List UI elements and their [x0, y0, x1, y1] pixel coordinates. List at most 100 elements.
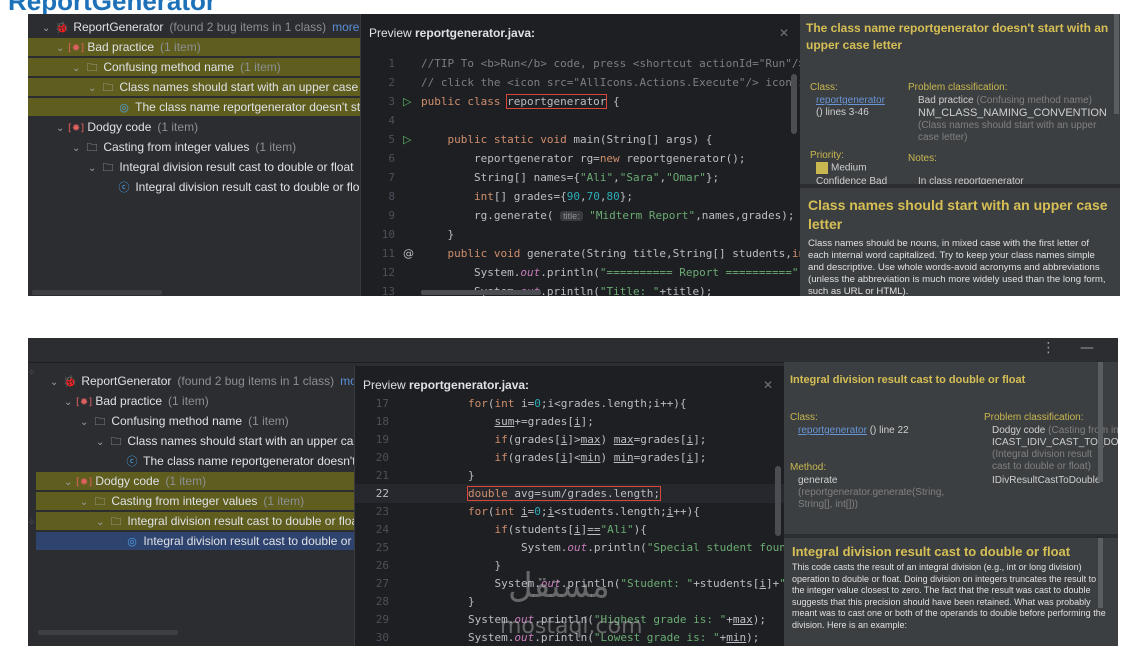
notes-value: In class reportgenerator [918, 176, 1024, 184]
code-line: 18 sum+=grades[i]; [375, 415, 594, 428]
chevron-down-icon[interactable]: ⌄ [56, 40, 68, 56]
run-icon: ▷ [403, 133, 412, 146]
chevron-down-icon[interactable]: ⌄ [96, 434, 108, 450]
tree-item-label: Bad practice [92, 394, 163, 408]
editor-vertical-scrollbar[interactable] [791, 74, 797, 134]
more-link[interactable]: more... [332, 20, 360, 34]
details-scrollbar[interactable] [1098, 362, 1103, 482]
tool-window-titlebar: ⋮ — [28, 338, 1118, 363]
details-scrollbar[interactable] [1114, 14, 1119, 114]
problem-classification-label: Problem classification: [908, 82, 1008, 93]
folder-icon: 🗀 [86, 141, 98, 154]
chevron-down-icon[interactable]: ⌄ [88, 80, 100, 96]
chevron-down-icon[interactable]: ⌄ [72, 60, 84, 76]
class-link[interactable]: reportgenerator [798, 425, 867, 436]
class-lines: () lines 3-46 [816, 107, 869, 118]
drag-handle-icon[interactable]: ⁘ [28, 518, 36, 528]
description-body: This code casts the result of an integra… [792, 562, 1106, 630]
tree-item[interactable]: ⌄ [✹] Bad practice (1 item) [36, 392, 354, 410]
tree-item[interactable]: ⓒ The class name reportgenerator doesn't… [36, 452, 355, 470]
code-line: 8 int[] grades={90,70,80}; [388, 190, 633, 203]
tree-horizontal-scrollbar[interactable] [38, 630, 178, 635]
code-area[interactable]: 17 for(int i=0;i<grades.length;i++){ 18 … [355, 394, 785, 646]
preview-file-name: reportgenerator.java: [415, 26, 536, 40]
description-heading: Class names should start with an upper c… [808, 197, 1108, 232]
code-line: 23 for(int i=0;i<students.length;i++){ [375, 505, 700, 518]
folder-icon: 🗀 [110, 435, 122, 448]
tree-item[interactable]: ⌄ 🗀 Confusing method name (1 item) [28, 58, 360, 76]
class-icon: ⓒ [126, 455, 138, 468]
method-value: generate [798, 475, 838, 486]
tree-item[interactable]: ⌄ [✹] Bad practice (1 item) [28, 38, 360, 56]
editor-horizontal-scrollbar[interactable] [421, 290, 541, 295]
tree-item[interactable]: ◎ Integral division result cast to doubl… [36, 532, 354, 550]
tree-item-count: (1 item) [160, 40, 201, 54]
tree-item-label: Class names should start with an upper c… [119, 80, 360, 94]
bug-description-panel: Integral division result cast to double … [784, 538, 1118, 646]
tree-horizontal-scrollbar[interactable] [32, 290, 162, 295]
problem-category-sub: (Confusing method name) [976, 95, 1092, 106]
chevron-down-icon[interactable]: ⌄ [72, 140, 84, 156]
tree-item[interactable]: ⓒ Integral division result cast to doubl… [28, 178, 361, 196]
method-signature: (reportgenerator.generate(String, String… [798, 487, 945, 510]
tree-item[interactable]: ◎ The class name reportgenerator doesn't… [28, 98, 360, 116]
tree-item-label: ReportGenerator [78, 374, 172, 388]
watermark-latin: mostaql.com [500, 614, 643, 639]
code-line: 25 System.out.println("Special student f… [375, 541, 785, 554]
editor-vertical-scrollbar[interactable] [775, 466, 781, 536]
tree-item[interactable]: ⌄ 🗀 Casting from integer values (1 item) [36, 492, 354, 510]
run-icon: ▷ [403, 95, 412, 108]
code-line: 12 System.out.println("========== Report… [381, 266, 801, 279]
folder-icon: 🗀 [94, 495, 106, 508]
chevron-down-icon[interactable]: ⌄ [96, 514, 108, 530]
tree-item[interactable]: ⌄ 🗀 Class names should start with an uppe… [28, 78, 360, 96]
problem-classification-label: Problem classification: [984, 412, 1084, 423]
chevron-down-icon[interactable]: ⌄ [80, 494, 92, 510]
description-scrollbar[interactable] [1098, 538, 1103, 608]
tree-item-count: (1 item) [165, 474, 207, 488]
chevron-down-icon[interactable]: ⌄ [50, 374, 62, 390]
tree-item[interactable]: ⌄ 🗀 Casting from integer values (1 item) [28, 138, 360, 156]
tree-item[interactable]: ⌄ 🐞 ReportGenerator (found 2 bug items in … [36, 372, 354, 390]
tree-item-label: Integral division result cast to double … [124, 514, 354, 528]
tree-item-label: ReportGenerator [70, 20, 164, 34]
bug-description-panel: Class names should start with an upper c… [800, 188, 1120, 296]
bug-item-icon: ◎ [119, 101, 129, 114]
tree-item-label: Class names should start with an upper c… [127, 434, 354, 448]
tree-item[interactable]: ⌄ 🗀 Class names should start with an uppe… [36, 432, 354, 450]
more-link[interactable]: more... [340, 374, 354, 388]
preview-editor: Preview reportgenerator.java: ✕ 1//TIP T… [360, 14, 801, 296]
problem-details-panel: The class name reportgenerator doesn't s… [800, 14, 1120, 184]
drag-handle-icon[interactable]: ⁘ [28, 368, 36, 378]
chevron-down-icon[interactable]: ⌄ [80, 414, 92, 430]
chevron-down-icon[interactable]: ⌄ [56, 120, 68, 136]
code-line: 24 if(students[i]=="Ali"){ [375, 523, 647, 536]
tree-item-label: Dodgy code [92, 474, 160, 488]
problem-tree: ⌄ 🐞 ReportGenerator (found 2 bug items in … [28, 14, 360, 296]
tree-item[interactable]: ⌄ 🗀 Integral division result cast to doub… [36, 512, 354, 530]
options-icon[interactable]: ⋮ — [1042, 340, 1104, 356]
close-icon[interactable]: ✕ [779, 14, 789, 52]
tree-item[interactable]: ⌄ [✹] Dodgy code (1 item) [36, 472, 354, 490]
preview-file-name: reportgenerator.java: [409, 378, 530, 392]
code-line: 4 [388, 114, 395, 127]
chevron-down-icon[interactable]: ⌄ [64, 394, 76, 410]
chevron-down-icon[interactable]: ⌄ [42, 20, 54, 36]
tree-item-label: Integral division result cast to double … [132, 180, 360, 194]
chevron-down-icon[interactable]: ⌄ [88, 160, 100, 176]
problem-description: (Class names should start with an upper … [918, 120, 1097, 143]
tree-item[interactable]: ⌄ [✹] Dodgy code (1 item) [28, 118, 360, 136]
code-area[interactable]: 1//TIP To <b>Run</b> code, press <shortc… [361, 54, 801, 296]
code-line: 11 @ public void generate(String title,St… [361, 244, 801, 263]
class-link[interactable]: reportgenerator [816, 95, 885, 106]
code-line: 7 String[] names={"Ali","Sara","Omar"}; [388, 171, 720, 184]
problem-description: (Integral division result cast to double… [992, 449, 1093, 472]
tree-item[interactable]: ⌄ 🗀 Integral division result cast to doub… [28, 158, 360, 176]
code-line: 17 for(int i=0;i<grades.length;i++){ [375, 397, 687, 410]
bug-report-icon: 🐞 [55, 21, 69, 34]
tree-item[interactable]: ⌄ 🐞 ReportGenerator (found 2 bug items in … [28, 18, 360, 36]
bug-category-icon: [✹] [68, 43, 85, 54]
code-line: 2// click the <icon src="AllIcons.Action… [388, 76, 801, 89]
tree-item[interactable]: ⌄ 🗀 Confusing method name (1 item) [36, 412, 354, 430]
chevron-down-icon[interactable]: ⌄ [64, 474, 76, 490]
